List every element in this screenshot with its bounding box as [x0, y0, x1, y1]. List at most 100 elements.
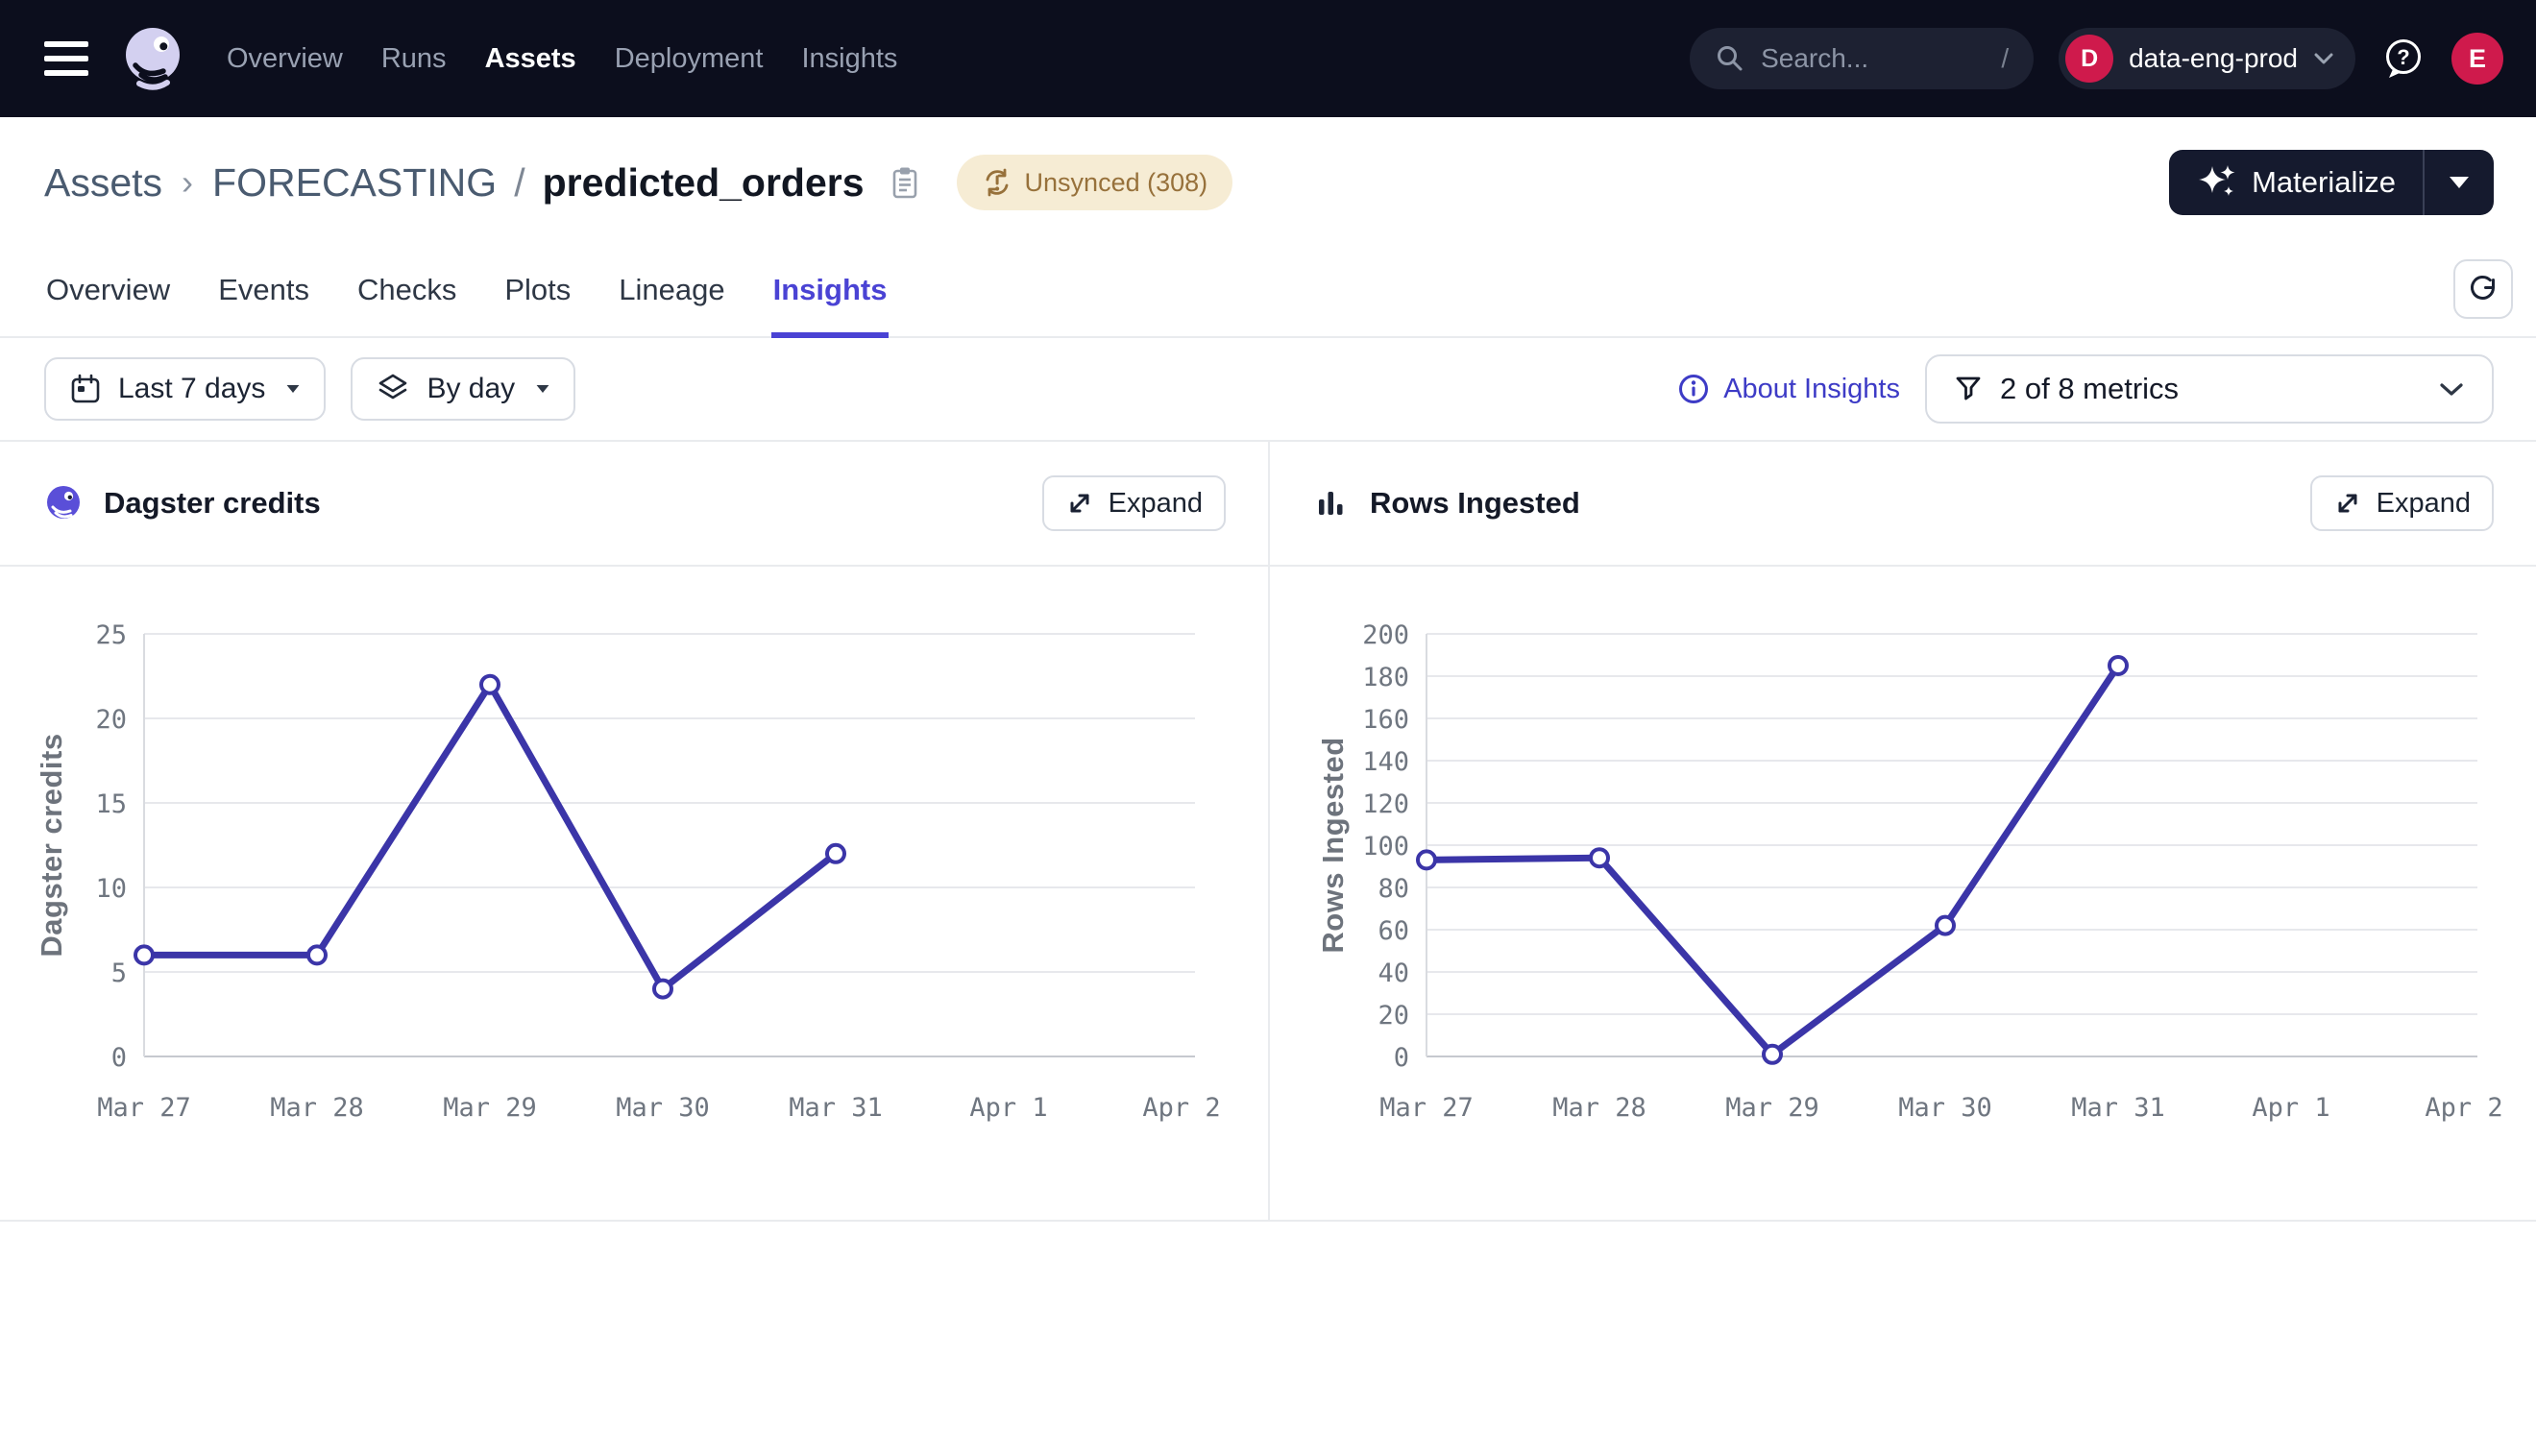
svg-text:Mar 27: Mar 27: [1379, 1093, 1474, 1123]
bar-chart-icon: [1314, 486, 1349, 521]
nav-item-deployment[interactable]: Deployment: [615, 43, 764, 75]
svg-text:Mar 29: Mar 29: [443, 1093, 537, 1123]
expand-label: Expand: [2377, 488, 2471, 520]
svg-text:?: ?: [2397, 45, 2409, 69]
asset-tabs: Overview Events Checks Plots Lineage Ins…: [0, 248, 2536, 338]
expand-label: Expand: [1109, 488, 1203, 520]
chevron-down-icon: [2313, 52, 2334, 65]
svg-text:20: 20: [95, 705, 127, 735]
svg-text:Apr 2: Apr 2: [2425, 1093, 2502, 1123]
dagster-credits-line-chart: 0510152025Mar 27Mar 28Mar 29Mar 30Mar 31…: [0, 567, 1268, 1220]
status-badge[interactable]: Unsynced (308): [957, 155, 1233, 210]
layers-icon: [376, 372, 410, 406]
time-range-label: Last 7 days: [118, 373, 265, 405]
tab-lineage[interactable]: Lineage: [617, 273, 726, 336]
help-icon: ?: [2380, 36, 2426, 82]
expand-icon: [2333, 489, 2362, 518]
insights-filter-bar: Last 7 days By day About Insights 2 of 8…: [0, 338, 2536, 442]
svg-text:Mar 27: Mar 27: [97, 1093, 191, 1123]
dagster-logo-icon[interactable]: [117, 24, 186, 93]
metrics-select[interactable]: 2 of 8 metrics: [1925, 354, 2494, 424]
tab-overview[interactable]: Overview: [44, 273, 172, 336]
svg-text:Mar 28: Mar 28: [270, 1093, 364, 1123]
svg-text:Mar 31: Mar 31: [2071, 1093, 2165, 1123]
search-input[interactable]: [1761, 43, 1986, 74]
materialize-dropdown-button[interactable]: [2425, 150, 2494, 215]
svg-text:Apr 1: Apr 1: [969, 1093, 1047, 1123]
filter-funnel-icon: [1954, 374, 1983, 404]
svg-text:Rows Ingested: Rows Ingested: [1316, 737, 1350, 953]
page-header: Assets › FORECASTING / predicted_orders: [0, 117, 2536, 248]
materialize-button[interactable]: Materialize: [2169, 150, 2423, 215]
info-icon: [1677, 373, 1710, 405]
expand-button[interactable]: Expand: [1042, 475, 1226, 531]
svg-text:Mar 30: Mar 30: [616, 1093, 710, 1123]
materialize-split-button: Materialize: [2169, 150, 2494, 215]
chart-panel-header: Dagster credits Expand: [0, 442, 1268, 567]
svg-text:Mar 30: Mar 30: [1898, 1093, 1992, 1123]
time-range-filter[interactable]: Last 7 days: [44, 357, 326, 421]
user-avatar[interactable]: E: [2451, 33, 2503, 85]
calendar-icon: [69, 373, 102, 405]
caret-down-icon: [537, 385, 549, 393]
refresh-icon: [2466, 272, 2500, 306]
dagster-credits-icon: [44, 484, 83, 522]
svg-text:15: 15: [95, 789, 127, 819]
metrics-select-value: 2 of 8 metrics: [2000, 372, 2179, 406]
svg-text:180: 180: [1362, 663, 1409, 692]
svg-text:100: 100: [1362, 832, 1409, 861]
breadcrumb-assets-link[interactable]: Assets: [44, 160, 162, 206]
granularity-filter[interactable]: By day: [351, 357, 575, 421]
tab-insights[interactable]: Insights: [771, 273, 890, 336]
insights-charts: Dagster credits Expand 0510152025Mar 27M…: [0, 442, 2536, 1222]
help-button[interactable]: ?: [2380, 36, 2426, 82]
org-switcher[interactable]: D data-eng-prod: [2059, 28, 2355, 89]
nav-item-assets[interactable]: Assets: [485, 43, 576, 75]
org-avatar: D: [2065, 35, 2113, 83]
svg-text:80: 80: [1378, 874, 1409, 904]
svg-text:0: 0: [111, 1043, 127, 1073]
tab-events[interactable]: Events: [216, 273, 311, 336]
breadcrumb-group-link[interactable]: FORECASTING: [212, 160, 497, 206]
top-nav: Overview Runs Assets Deployment Insights…: [0, 0, 2536, 117]
chart-title: Dagster credits: [104, 486, 321, 521]
expand-button[interactable]: Expand: [2310, 475, 2494, 531]
tab-plots[interactable]: Plots: [502, 273, 573, 336]
sync-alert-icon: [982, 167, 1012, 198]
copy-asset-name-button[interactable]: [888, 164, 922, 201]
chart-panel-rows-ingested: Rows Ingested Expand 0204060801001201401…: [1268, 442, 2536, 1220]
tab-checks[interactable]: Checks: [355, 273, 458, 336]
granularity-label: By day: [427, 373, 515, 405]
svg-text:20: 20: [1378, 1001, 1409, 1031]
nav-item-overview[interactable]: Overview: [227, 43, 343, 75]
svg-text:10: 10: [95, 874, 127, 904]
nav-item-runs[interactable]: Runs: [381, 43, 447, 75]
about-insights-link[interactable]: About Insights: [1677, 373, 1900, 405]
chart-panel-dagster-credits: Dagster credits Expand 0510152025Mar 27M…: [0, 442, 1268, 1220]
breadcrumb-chevron: ›: [180, 162, 195, 203]
chart-panel-header: Rows Ingested Expand: [1270, 442, 2536, 567]
svg-text:200: 200: [1362, 620, 1409, 650]
svg-text:Dagster credits: Dagster credits: [35, 733, 68, 957]
primary-nav: Overview Runs Assets Deployment Insights: [227, 43, 897, 75]
svg-text:25: 25: [95, 620, 127, 650]
clipboard-icon: [888, 164, 922, 201]
chevron-down-icon: [2438, 381, 2465, 398]
global-search[interactable]: /: [1690, 28, 2034, 89]
svg-text:40: 40: [1378, 959, 1409, 988]
caret-down-icon: [287, 385, 300, 393]
hamburger-menu-icon[interactable]: [44, 41, 88, 76]
svg-text:Mar 29: Mar 29: [1725, 1093, 1819, 1123]
rows-ingested-line-chart: 020406080100120140160180200Mar 27Mar 28M…: [1270, 567, 2536, 1220]
svg-text:Apr 1: Apr 1: [2252, 1093, 2329, 1123]
svg-text:160: 160: [1362, 705, 1409, 735]
search-shortcut-hint: /: [2001, 43, 2009, 74]
org-name: data-eng-prod: [2129, 43, 2298, 74]
svg-text:140: 140: [1362, 747, 1409, 777]
sparkles-icon: [2196, 163, 2236, 202]
refresh-button[interactable]: [2453, 259, 2513, 319]
svg-text:0: 0: [1394, 1043, 1409, 1073]
status-badge-label: Unsynced (308): [1025, 168, 1208, 198]
caret-down-icon: [2450, 177, 2469, 188]
nav-item-insights[interactable]: Insights: [801, 43, 897, 75]
